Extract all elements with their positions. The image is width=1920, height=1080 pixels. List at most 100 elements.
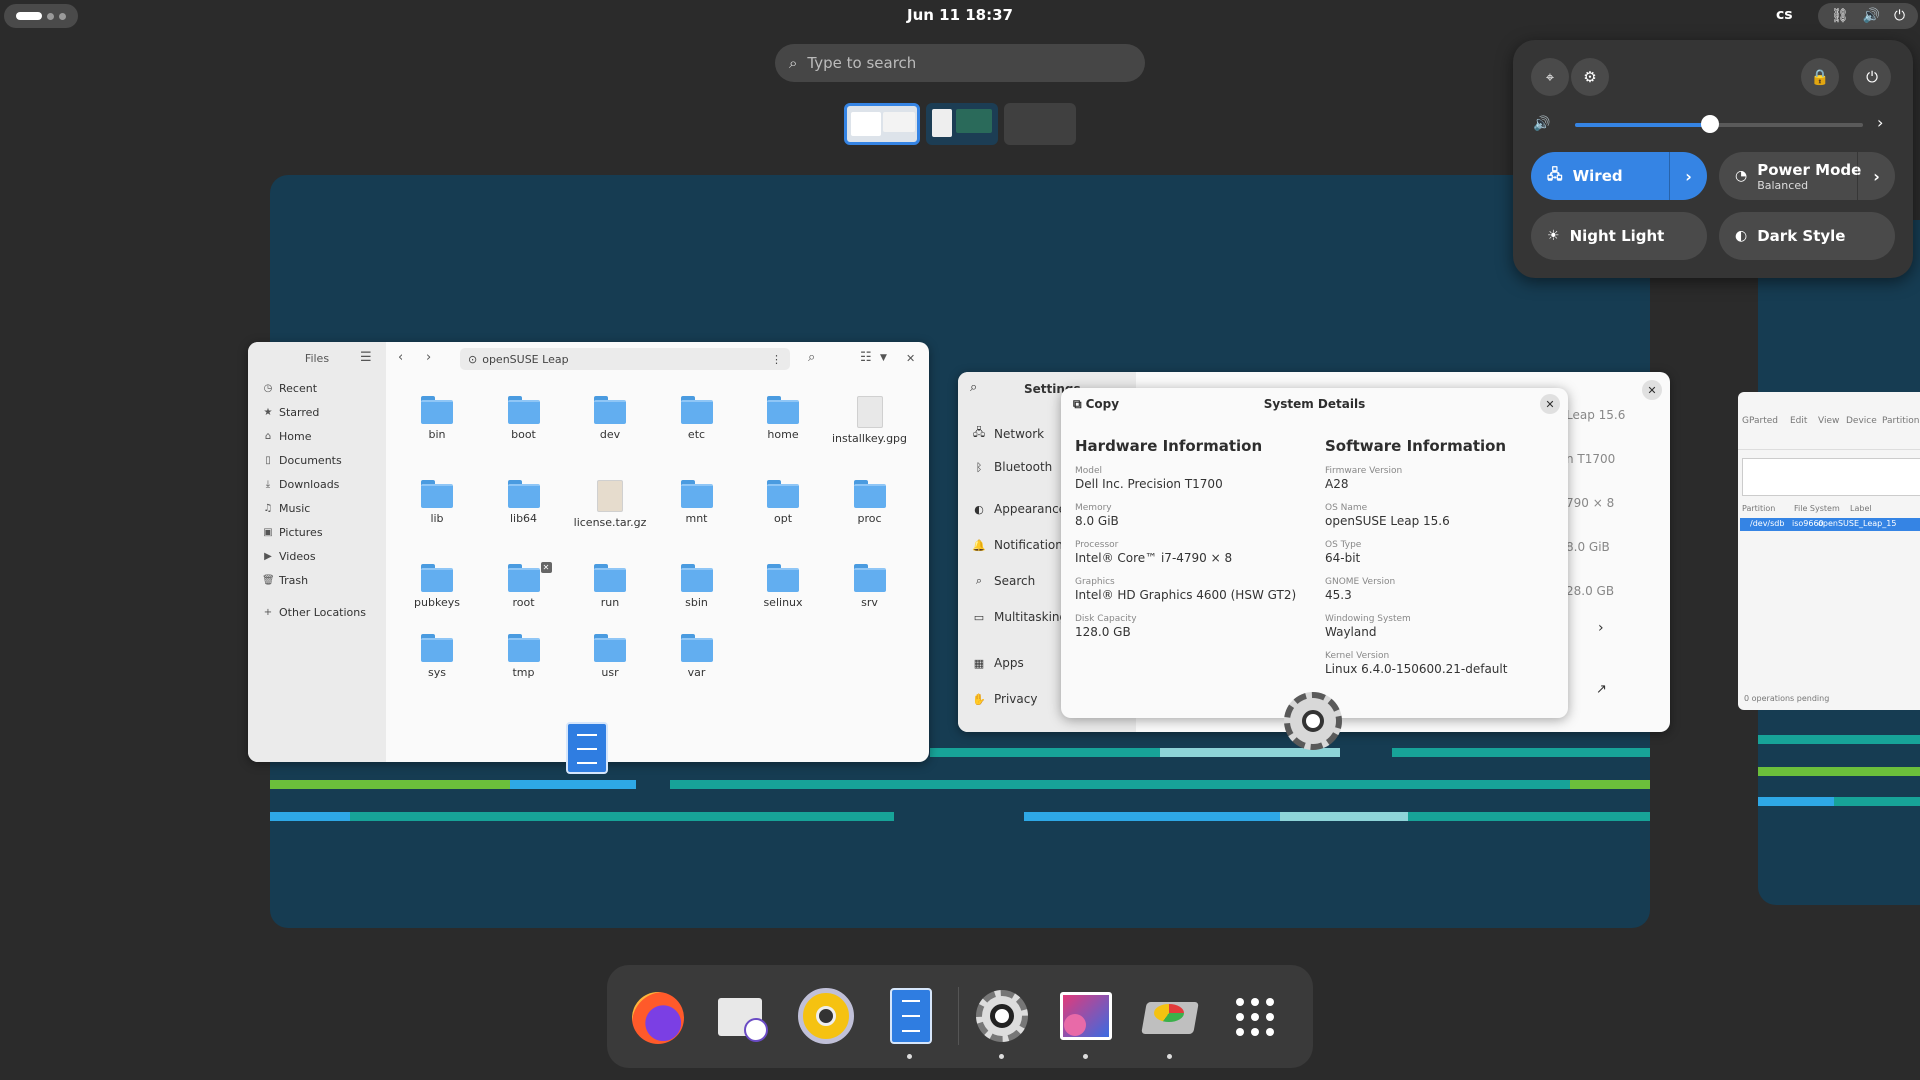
gparted-menu-item[interactable]: Edit (1790, 416, 1807, 426)
folder-item[interactable]: pubkeys (398, 564, 476, 609)
close-icon[interactable]: ✕ (1642, 380, 1662, 400)
sidebar-item-recent[interactable]: ◷ Recent (262, 382, 317, 395)
sidebar-item-documents[interactable]: ▯ Documents (262, 454, 341, 467)
dash-app-firefox[interactable] (627, 985, 689, 1047)
folder-item[interactable]: dev (571, 396, 649, 441)
folder-item[interactable]: lib64 (485, 480, 563, 525)
clock[interactable]: Jun 11 18:37 (860, 6, 1060, 24)
dash-app-show-apps[interactable] (1223, 985, 1285, 1047)
path-bar[interactable]: ⊙ openSUSE Leap ⋮ (460, 348, 790, 370)
volume-slider-handle[interactable] (1701, 115, 1720, 133)
folder-item[interactable]: home (744, 396, 822, 441)
folder-item[interactable]: root ✕ (485, 562, 563, 609)
settings-item-network[interactable]: 🖧 Network (972, 424, 1044, 443)
settings-item-search[interactable]: ⌕ Search (972, 574, 1035, 588)
gparted-window[interactable]: GParted Edit View Device Partition Partition… (1738, 392, 1920, 710)
sidebar-item-trash[interactable]: 🗑 Trash (262, 574, 308, 587)
settings-item-privacy[interactable]: ✋ Privacy (972, 692, 1037, 706)
settings-item-apps[interactable]: ▦ Apps (972, 656, 1024, 670)
system-details-dialog[interactable]: ⧉ Copy System Details ✕ Hardware Informa… (1061, 388, 1568, 718)
settings-item-bluetooth[interactable]: ᛒ Bluetooth (972, 460, 1053, 474)
folder-icon (507, 396, 540, 424)
folder-item[interactable]: var (658, 634, 736, 679)
sidebar-item-music[interactable]: ♫ Music (262, 502, 311, 515)
external-link-icon[interactable]: ↗ (1596, 682, 1607, 697)
screenshot-button[interactable]: ⌖ (1531, 58, 1569, 96)
detail-value: Intel® HD Graphics 4600 (HSW GT2) (1075, 588, 1297, 602)
folder-item[interactable]: srv (831, 564, 909, 609)
sidebar-item-pictures[interactable]: ▣ Pictures (262, 526, 322, 539)
sidebar-item-starred[interactable]: ★ Starred (262, 406, 320, 419)
file-name: installkey.gpg (831, 432, 908, 445)
folder-item[interactable]: mnt (658, 480, 736, 525)
folder-item[interactable]: sys (398, 634, 476, 679)
path-menu-icon[interactable]: ⋮ (771, 353, 782, 366)
lock-button[interactable]: 🔒 (1801, 58, 1839, 96)
detail-value: 64-bit (1325, 551, 1361, 565)
chevron-right-icon[interactable]: › (1857, 152, 1895, 200)
file-item[interactable]: license.tar.gz (571, 480, 649, 529)
settings-item-notifications[interactable]: 🔔 Notifications (972, 538, 1069, 552)
volume-icon[interactable]: 🔊 (1533, 116, 1550, 132)
detail-value: A28 (1325, 477, 1349, 491)
activities-button[interactable] (4, 4, 78, 28)
close-icon[interactable]: ✕ (906, 352, 915, 365)
toggle-wired[interactable]: 🖧 Wired › (1531, 152, 1707, 200)
settings-item-appearance[interactable]: ◐ Appearance (972, 502, 1066, 516)
gparted-menu-item[interactable]: Device (1846, 416, 1877, 426)
search-icon[interactable]: ⌕ (970, 380, 977, 395)
sidebar-item-downloads[interactable]: ⤓ Downloads (262, 478, 340, 491)
power-off-button[interactable]: ⏻ (1853, 58, 1891, 96)
gparted-menu-item[interactable]: View (1818, 416, 1839, 426)
settings-button[interactable]: ⚙ (1571, 58, 1609, 96)
system-status-area[interactable]: ⛓ 🔊 ⏻ (1818, 3, 1918, 29)
chevron-down-icon[interactable]: ▼ (880, 353, 887, 363)
search-input[interactable] (807, 54, 1108, 72)
folder-item[interactable]: lib (398, 480, 476, 525)
files-window[interactable]: Files ☰ ◷ Recent ★ Starred ⌂ Home ▯ Documents ⤓ D… (248, 342, 929, 762)
keyboard-layout-indicator[interactable]: cs (1776, 7, 1793, 23)
about-value: n T1700 (1566, 452, 1616, 466)
view-list-icon[interactable]: ☷ (860, 350, 872, 365)
folder-item[interactable]: proc (831, 480, 909, 525)
search-icon[interactable]: ⌕ (808, 350, 815, 365)
settings-item-multitasking[interactable]: ▭ Multitasking (972, 610, 1067, 624)
sidebar-item-videos[interactable]: ▶ Videos (262, 550, 315, 563)
dash-app-settings[interactable] (971, 985, 1033, 1059)
sidebar-item-other-locations[interactable]: + Other Locations (262, 606, 366, 619)
dash-app-files[interactable] (879, 985, 941, 1059)
back-icon[interactable]: ‹ (398, 350, 403, 365)
folder-item[interactable]: opt (744, 480, 822, 525)
night-light-icon: ☀ (1547, 228, 1560, 244)
search-box[interactable]: ⌕ (775, 44, 1145, 82)
folder-item[interactable]: tmp (485, 634, 563, 679)
partition-row[interactable]: /dev/sdb iso9660 openSUSE_Leap_15 (1740, 518, 1920, 531)
gparted-menu-item[interactable]: GParted (1742, 416, 1778, 426)
chevron-right-icon[interactable]: › (1669, 152, 1707, 200)
file-name: boot (511, 428, 536, 441)
sidebar-item-home[interactable]: ⌂ Home (262, 430, 312, 443)
dash-app-evolution-mail[interactable] (711, 985, 773, 1047)
close-icon[interactable]: ✕ (1540, 394, 1560, 414)
gparted-menu-item[interactable]: Partition (1882, 416, 1920, 426)
workspace-thumbnail-1[interactable] (844, 103, 920, 145)
folder-item[interactable]: usr (571, 634, 649, 679)
folder-item[interactable]: boot (485, 396, 563, 441)
toggle-dark-style[interactable]: ◐ Dark Style (1719, 212, 1895, 260)
dash-app-rhythmbox[interactable] (795, 985, 857, 1047)
forward-icon[interactable]: › (426, 350, 431, 365)
toggle-night-light[interactable]: ☀ Night Light (1531, 212, 1707, 260)
dash-app-image-viewer[interactable] (1055, 985, 1117, 1059)
chevron-right-icon[interactable]: › (1877, 113, 1883, 132)
folder-item[interactable]: etc (658, 396, 736, 441)
workspace-thumbnail-2[interactable] (926, 103, 998, 145)
dash-app-gparted[interactable] (1139, 985, 1201, 1059)
workspace-thumbnail-3[interactable] (1004, 103, 1076, 145)
folder-item[interactable]: run (571, 564, 649, 609)
folder-item[interactable]: sbin (658, 564, 736, 609)
toggle-power-mode[interactable]: ◔ Power Mode Balanced › (1719, 152, 1895, 200)
folder-item[interactable]: bin (398, 396, 476, 441)
hamburger-menu-icon[interactable]: ☰ (360, 350, 372, 365)
folder-item[interactable]: selinux (744, 564, 822, 609)
file-item[interactable]: installkey.gpg (831, 396, 909, 445)
